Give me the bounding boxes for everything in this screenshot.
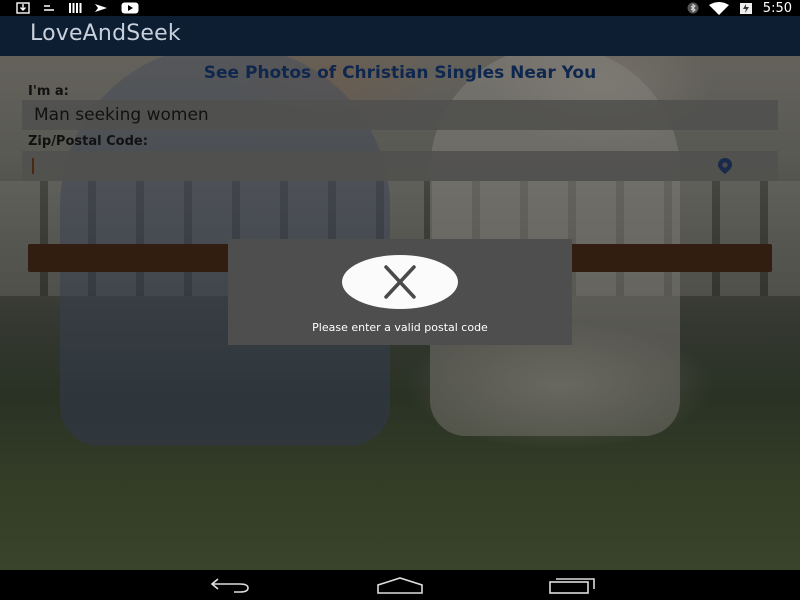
error-dialog[interactable]: Please enter a valid postal code <box>228 239 572 345</box>
download-icon <box>16 2 30 14</box>
wifi-icon <box>708 1 729 15</box>
system-icons: 5:50 <box>687 0 792 16</box>
app-title: LoveAndSeek <box>30 21 181 46</box>
home-icon <box>377 577 423 594</box>
navigation-bar <box>0 570 800 600</box>
error-x-icon <box>342 255 458 309</box>
app-bar: LoveAndSeek <box>0 16 800 56</box>
back-icon <box>210 578 249 593</box>
status-bar: 5:50 <box>0 0 800 16</box>
home-button[interactable] <box>376 575 424 595</box>
notification-icons <box>16 1 140 15</box>
battery-icon <box>739 2 752 14</box>
back-button[interactable] <box>208 575 256 595</box>
error-message: Please enter a valid postal code <box>312 321 488 334</box>
youtube-icon <box>121 2 139 14</box>
plane-icon <box>95 4 107 12</box>
recents-button[interactable] <box>548 575 596 595</box>
signal-bars-icon <box>69 3 82 13</box>
recents-icon <box>549 578 595 594</box>
bluetooth-icon <box>687 2 699 14</box>
sim-icon <box>44 5 54 11</box>
clock: 5:50 <box>762 0 792 16</box>
